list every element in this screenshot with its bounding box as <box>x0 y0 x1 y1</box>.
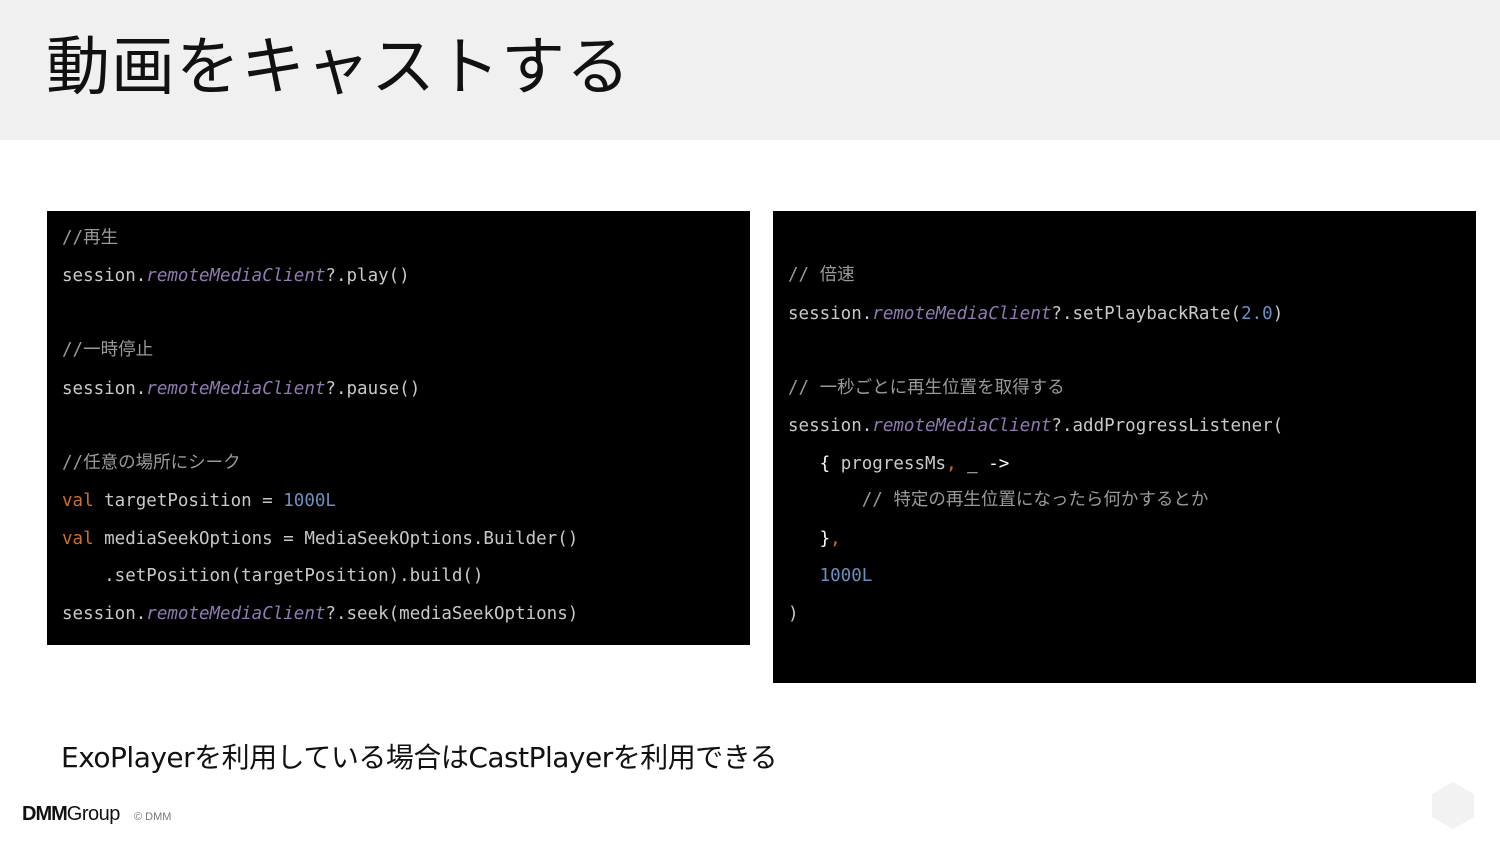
code-line-brace-close: }, <box>788 528 841 550</box>
slide-caption: ExoPlayerを利用している場合はCastPlayerを利用できる <box>61 741 778 774</box>
code-brace-close: } <box>788 529 831 549</box>
slide-title: 動画をキャストする <box>46 31 631 105</box>
logo-dmm-text: DMM <box>22 803 68 825</box>
code-session: session. <box>62 379 147 399</box>
code-comma: , <box>946 454 957 474</box>
code-session: session. <box>62 266 147 286</box>
code-lambda-params: progressMs <box>830 454 947 474</box>
dmm-group-logo: DMMGroup <box>22 803 120 826</box>
code-line-pause: session.remoteMediaClient?.pause() <box>62 378 420 400</box>
comment-play: //再生 <box>62 228 119 248</box>
code-play-call: ?.play() <box>325 266 410 286</box>
hexagon-icon <box>1432 782 1474 829</box>
code-line-set-position: .setPosition(targetPosition).build() <box>62 566 484 586</box>
code-brace-open: { <box>788 454 831 474</box>
code-val-keyword: val <box>62 529 94 549</box>
code-session: session. <box>788 416 873 436</box>
code-comma: , <box>830 529 841 549</box>
comment-pause: //一時停止 <box>62 340 154 360</box>
code-remote-client: remoteMediaClient <box>146 379 326 399</box>
title-bar: 動画をキャストする <box>0 0 1500 140</box>
code-remote-client: remoteMediaClient <box>146 604 326 624</box>
logo-group-text: Group <box>66 803 121 825</box>
code-remote-client: remoteMediaClient <box>872 304 1052 324</box>
code-line-add-listener: session.remoteMediaClient?.addProgressLi… <box>788 415 1283 437</box>
code-close-paren: ) <box>1272 304 1284 324</box>
code-line-options: val mediaSeekOptions = MediaSeekOptions.… <box>62 528 578 550</box>
code-line-target: val targetPosition = 1000L <box>62 490 336 512</box>
code-panel-left: //再生 session.remoteMediaClient?.play() /… <box>47 211 750 645</box>
comment-progress: // 一秒ごとに再生位置を取得する <box>788 378 1065 398</box>
code-pause-call: ?.pause() <box>325 379 421 399</box>
copyright-text: © DMM <box>134 811 172 823</box>
code-panel-right: // 倍速 session.remoteMediaClient?.setPlay… <box>773 211 1476 683</box>
comment-seek: //任意の場所にシーク <box>62 453 241 473</box>
comment-speed: // 倍速 <box>788 265 855 285</box>
code-line-rate: session.remoteMediaClient?.setPlaybackRa… <box>788 303 1283 325</box>
code-line-lambda: { progressMs, _ -> <box>788 453 1010 475</box>
code-rate-number: 2.0 <box>1241 304 1273 324</box>
code-set-rate-call: ?.setPlaybackRate( <box>1051 304 1242 324</box>
code-options-decl: mediaSeekOptions = MediaSeekOptions.Buil… <box>93 529 579 549</box>
code-number: 1000L <box>283 491 336 511</box>
code-session: session. <box>62 604 147 624</box>
code-line-paren-close: ) <box>788 604 799 624</box>
code-val-keyword: val <box>62 491 94 511</box>
code-seek-call: ?.seek(mediaSeekOptions) <box>325 604 579 624</box>
code-add-listener-call: ?.addProgressListener( <box>1051 416 1284 436</box>
code-line-play: session.remoteMediaClient?.play() <box>62 265 410 287</box>
code-session: session. <box>788 304 873 324</box>
comment-inner: // 特定の再生位置になったら何かするとか <box>788 490 1209 510</box>
code-remote-client: remoteMediaClient <box>146 266 326 286</box>
code-line-interval: 1000L <box>788 566 873 586</box>
code-target-decl: targetPosition = <box>93 491 284 511</box>
code-line-seek: session.remoteMediaClient?.seek(mediaSee… <box>62 603 578 625</box>
code-remote-client: remoteMediaClient <box>872 416 1052 436</box>
code-underscore-arrow: _ -> <box>956 454 1010 474</box>
